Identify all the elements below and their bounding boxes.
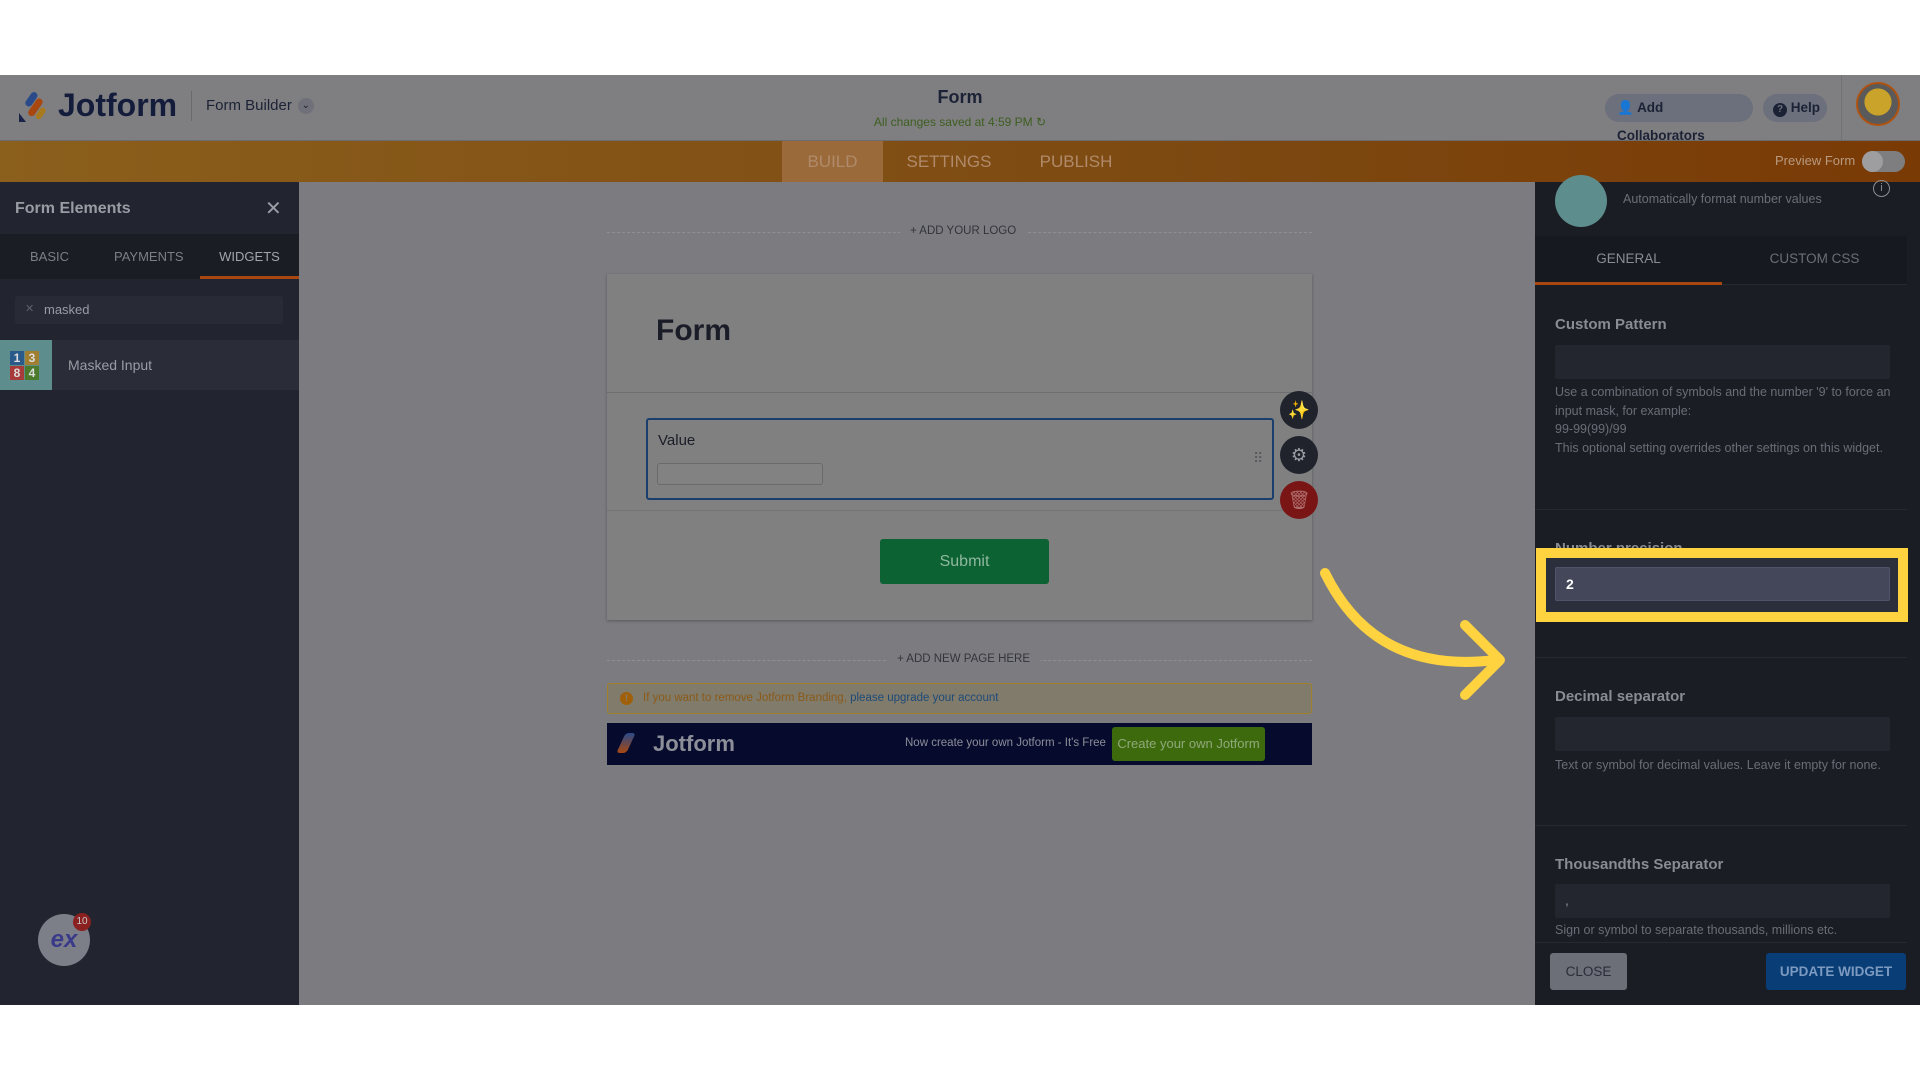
info-icon[interactable]: i xyxy=(1873,180,1890,197)
form-elements-panel: Form Elements ✕ BASIC PAYMENTS WIDGETS ✕… xyxy=(0,182,299,1005)
help-icon: ? xyxy=(1773,103,1787,117)
decimal-separator-help: Text or symbol for decimal values. Leave… xyxy=(1555,758,1881,772)
jotform-logo-icon xyxy=(616,733,636,753)
item-label: Masked Input xyxy=(68,357,153,373)
highlight-box: 2 xyxy=(1536,548,1908,622)
drag-handle-icon[interactable]: ⠿ xyxy=(1253,450,1263,467)
divider xyxy=(1535,509,1907,510)
widget-subtitle: Automatically format number values xyxy=(1623,192,1822,206)
add-new-page-link[interactable]: + ADD NEW PAGE HERE xyxy=(887,653,1041,665)
settings-tabs: GENERAL CUSTOM CSS xyxy=(1535,236,1907,285)
submit-button[interactable]: Submit xyxy=(880,539,1049,584)
value-input[interactable] xyxy=(657,463,823,485)
save-status-text: All changes saved at 4:59 PM xyxy=(873,115,1033,129)
tab-custom-css[interactable]: CUSTOM CSS xyxy=(1722,236,1907,285)
close-button[interactable]: CLOSE xyxy=(1550,953,1627,990)
tab-publish[interactable]: PUBLISH xyxy=(1030,141,1122,182)
form-heading[interactable]: Form xyxy=(656,314,731,348)
trash-icon[interactable]: 🗑 xyxy=(1280,481,1318,519)
upgrade-link[interactable]: please upgrade your account xyxy=(850,692,998,704)
clear-search-icon[interactable]: ✕ xyxy=(25,302,34,315)
divider xyxy=(607,510,1312,511)
thousandths-separator-label: Thousandths Separator xyxy=(1555,856,1724,873)
form-card: Form Value ⠿ Submit xyxy=(607,274,1312,620)
jotform-logo-icon xyxy=(19,92,46,122)
save-status: All changes saved at 4:59 PM ↻ xyxy=(760,115,1160,129)
selected-field[interactable]: Value ⠿ xyxy=(646,418,1274,500)
warning-icon: ! xyxy=(620,692,633,705)
pointer-arrow-icon xyxy=(1320,568,1505,700)
list-item[interactable]: 1384 Masked Input xyxy=(0,340,299,390)
custom-pattern-input[interactable] xyxy=(1555,345,1890,379)
thousandths-separator-help: Sign or symbol to separate thousands, mi… xyxy=(1555,923,1838,937)
magic-wand-icon[interactable]: ✨ xyxy=(1280,391,1318,429)
help-line: 99-99(99)/99 xyxy=(1555,422,1627,436)
field-label: Value xyxy=(658,432,696,449)
preview-toggle[interactable] xyxy=(1862,151,1905,172)
decimal-separator-input[interactable] xyxy=(1555,717,1890,751)
branding-text: If you want to remove Jotform Branding, xyxy=(643,692,851,704)
banner-logo-text: Jotform xyxy=(653,731,735,756)
number-precision-input[interactable]: 2 xyxy=(1555,567,1890,601)
divider xyxy=(1535,657,1907,658)
tab-basic[interactable]: BASIC xyxy=(30,249,69,264)
tab-payments[interactable]: PAYMENTS xyxy=(114,249,184,264)
tab-widgets[interactable]: WIDGETS xyxy=(200,234,299,279)
divider xyxy=(607,392,1312,393)
help-label: Help xyxy=(1790,100,1821,115)
tab-general[interactable]: GENERAL xyxy=(1535,236,1722,285)
search-input[interactable]: ✕ masked xyxy=(15,296,283,324)
header: Jotform Form Builder ⌄ Form All changes … xyxy=(0,75,1920,143)
create-jotform-button[interactable]: Create your own Jotform xyxy=(1112,727,1265,761)
custom-pattern-label: Custom Pattern xyxy=(1555,316,1667,333)
builder-nav: BUILD SETTINGS PUBLISH Preview Form xyxy=(0,141,1920,182)
divider xyxy=(1535,825,1907,826)
help-line: This optional setting overrides other se… xyxy=(1555,440,1883,455)
widget-settings-panel: Automatically format number values i GEN… xyxy=(1535,175,1920,1005)
user-icon: 👤 xyxy=(1617,100,1634,115)
divider xyxy=(1841,75,1842,141)
number-tiles-icon: 1384 xyxy=(0,340,52,390)
avatar[interactable] xyxy=(1856,82,1900,126)
notification-count: 10 xyxy=(73,913,91,931)
divider xyxy=(191,91,192,121)
jotform-app: Jotform Form Builder ⌄ Form All changes … xyxy=(0,75,1920,1005)
update-widget-button[interactable]: UPDATE WIDGET xyxy=(1766,953,1906,990)
custom-pattern-help: Use a combination of symbols and the num… xyxy=(1555,383,1895,457)
preview-form-label: Preview Form xyxy=(1775,153,1856,168)
branding-warning: ! If you want to remove Jotform Branding… xyxy=(607,683,1312,714)
panel-title: Form Elements xyxy=(15,200,131,217)
element-tabs: BASIC PAYMENTS WIDGETS xyxy=(0,234,299,279)
refresh-icon: ↻ xyxy=(1036,115,1047,129)
tab-build[interactable]: BUILD xyxy=(782,141,883,182)
logo-text: Jotform xyxy=(58,87,178,123)
help-button[interactable]: ? Help xyxy=(1763,94,1827,122)
add-logo-link[interactable]: + ADD YOUR LOGO xyxy=(900,225,1027,237)
decimal-separator-label: Decimal separator xyxy=(1555,688,1686,705)
search-value: masked xyxy=(44,302,90,317)
tab-settings[interactable]: SETTINGS xyxy=(895,141,1003,182)
builder-label: Form Builder xyxy=(206,97,292,114)
gear-icon[interactable]: ⚙ xyxy=(1280,436,1318,474)
banner-text: Now create your own Jotform - It's Free xyxy=(905,737,1106,749)
thousandths-separator-input[interactable]: , xyxy=(1555,884,1890,918)
form-title[interactable]: Form xyxy=(760,87,1160,108)
toggle-knob xyxy=(1862,151,1883,172)
widget-icon xyxy=(1555,175,1607,227)
add-collaborators-button[interactable]: 👤 Add Collaborators xyxy=(1605,94,1753,143)
chevron-down-icon: ⌄ xyxy=(297,97,314,114)
form-builder-dropdown[interactable]: Form Builder ⌄ xyxy=(206,97,314,114)
jotform-banner: Jotform Now create your own Jotform - It… xyxy=(607,723,1312,765)
help-line: Use a combination of symbols and the num… xyxy=(1555,385,1891,418)
close-icon[interactable]: ✕ xyxy=(265,196,282,221)
